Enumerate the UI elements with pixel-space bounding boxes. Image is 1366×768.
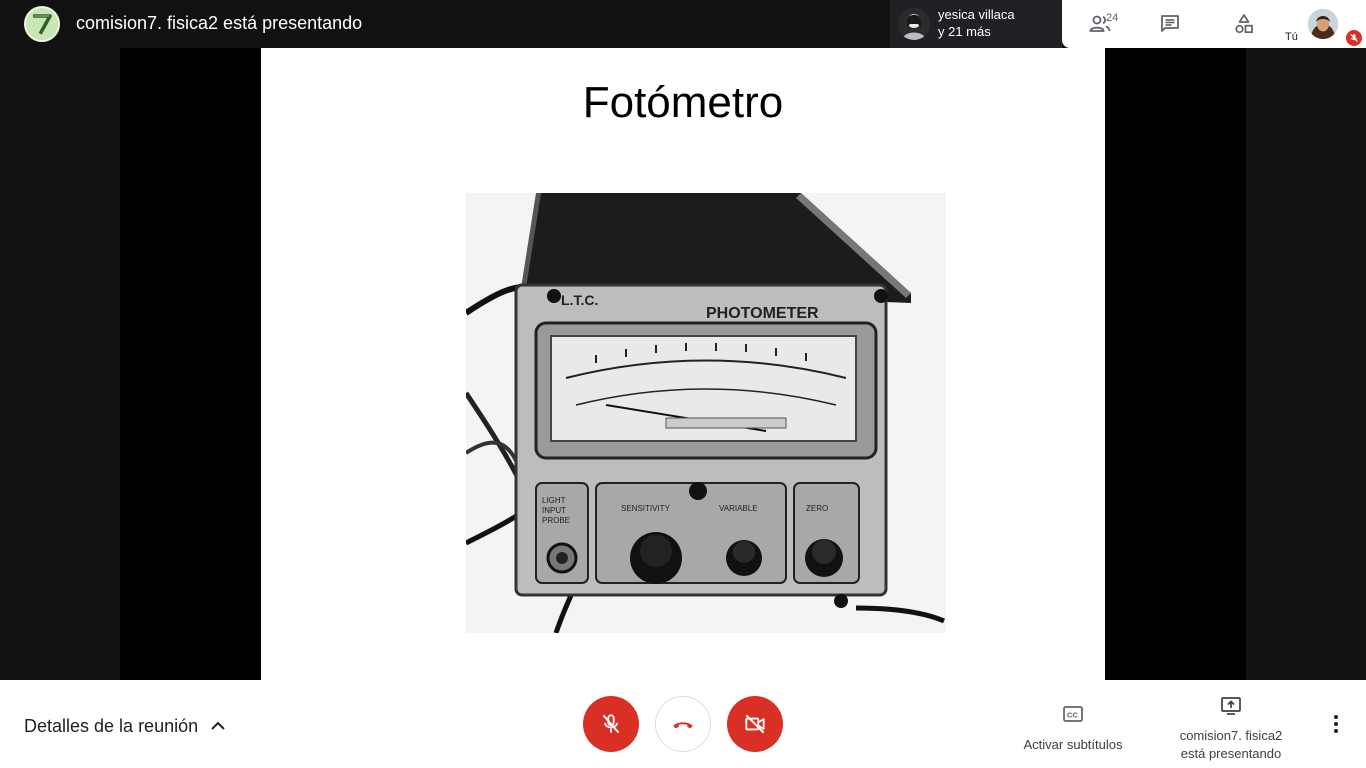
svg-text:LIGHT: LIGHT bbox=[542, 496, 566, 505]
activities-icon bbox=[1235, 14, 1253, 34]
svg-text:SENSITIVITY: SENSITIVITY bbox=[621, 504, 671, 513]
self-label: Tú bbox=[1285, 31, 1298, 43]
activities-button[interactable] bbox=[1224, 8, 1264, 40]
number-seven-avatar-icon bbox=[26, 8, 58, 40]
presenting-label-line1: comision7. fisica2 bbox=[1179, 728, 1283, 743]
participant-avatar bbox=[898, 8, 930, 40]
leave-call-button[interactable] bbox=[655, 696, 711, 752]
chat-icon bbox=[1161, 15, 1179, 32]
chevron-up-icon bbox=[211, 721, 225, 730]
top-bar: comision7. fisica2 está presentando yesi… bbox=[0, 0, 1366, 48]
participant-chip-line2: y 21 más bbox=[938, 24, 991, 39]
svg-text:ZERO: ZERO bbox=[806, 504, 828, 513]
svg-text:L.T.C.: L.T.C. bbox=[561, 292, 598, 308]
present-screen-icon bbox=[1221, 697, 1241, 715]
chat-button[interactable] bbox=[1150, 8, 1190, 40]
captions-label: Activar subtítulos bbox=[1023, 737, 1123, 752]
presenter-avatar bbox=[24, 6, 60, 42]
slide-title: Fotómetro bbox=[582, 78, 784, 127]
presenting-status-button[interactable]: comision7. fisica2 está presentando bbox=[1166, 694, 1296, 763]
closed-captions-icon: CC bbox=[1063, 706, 1083, 722]
self-mic-muted-icon bbox=[1346, 30, 1362, 46]
presenting-label-line2: está presentando bbox=[1180, 746, 1282, 761]
participant-chip-name: yesica villaca y 21 más bbox=[938, 6, 1015, 40]
svg-text:VARIABLE: VARIABLE bbox=[719, 504, 758, 513]
more-vert-icon bbox=[1334, 715, 1338, 733]
presentation-stage: Fotómetro L.T.C. PHOTOMETER LIGHT INPUT … bbox=[120, 48, 1246, 680]
presentation-slide: Fotómetro L.T.C. PHOTOMETER LIGHT INPUT … bbox=[261, 48, 1105, 680]
self-avatar bbox=[1308, 9, 1338, 39]
svg-text:PROBE: PROBE bbox=[542, 516, 570, 525]
svg-text:INPUT: INPUT bbox=[542, 506, 566, 515]
photometer-image: L.T.C. PHOTOMETER LIGHT INPUT PROBE SENS… bbox=[463, 193, 946, 634]
device-label: PHOTOMETER bbox=[706, 305, 819, 322]
microphone-toggle-button[interactable] bbox=[583, 696, 639, 752]
presenter-title: comision7. fisica2 está presentando bbox=[76, 13, 363, 33]
people-count: 24 bbox=[1106, 12, 1119, 24]
camera-toggle-button[interactable] bbox=[727, 696, 783, 752]
meeting-details-button[interactable]: Detalles de la reunión bbox=[24, 714, 230, 738]
meeting-details-label: Detalles de la reunión bbox=[24, 715, 199, 736]
participant-chip[interactable]: yesica villaca y 21 más bbox=[890, 0, 1062, 48]
top-actions bbox=[1062, 0, 1280, 48]
self-tile[interactable]: Tú bbox=[1280, 0, 1366, 48]
more-options-button[interactable] bbox=[1322, 710, 1350, 738]
captions-button[interactable]: CC Activar subtítulos bbox=[1010, 702, 1136, 752]
participant-chip-line1: yesica villaca bbox=[938, 7, 1015, 22]
camera-off-icon bbox=[745, 714, 765, 734]
hang-up-icon bbox=[673, 722, 693, 729]
svg-text:CC: CC bbox=[1067, 711, 1078, 720]
mic-off-icon bbox=[602, 714, 620, 734]
bottom-bar: Detalles de la reunión CC Activar subtít… bbox=[0, 680, 1366, 768]
